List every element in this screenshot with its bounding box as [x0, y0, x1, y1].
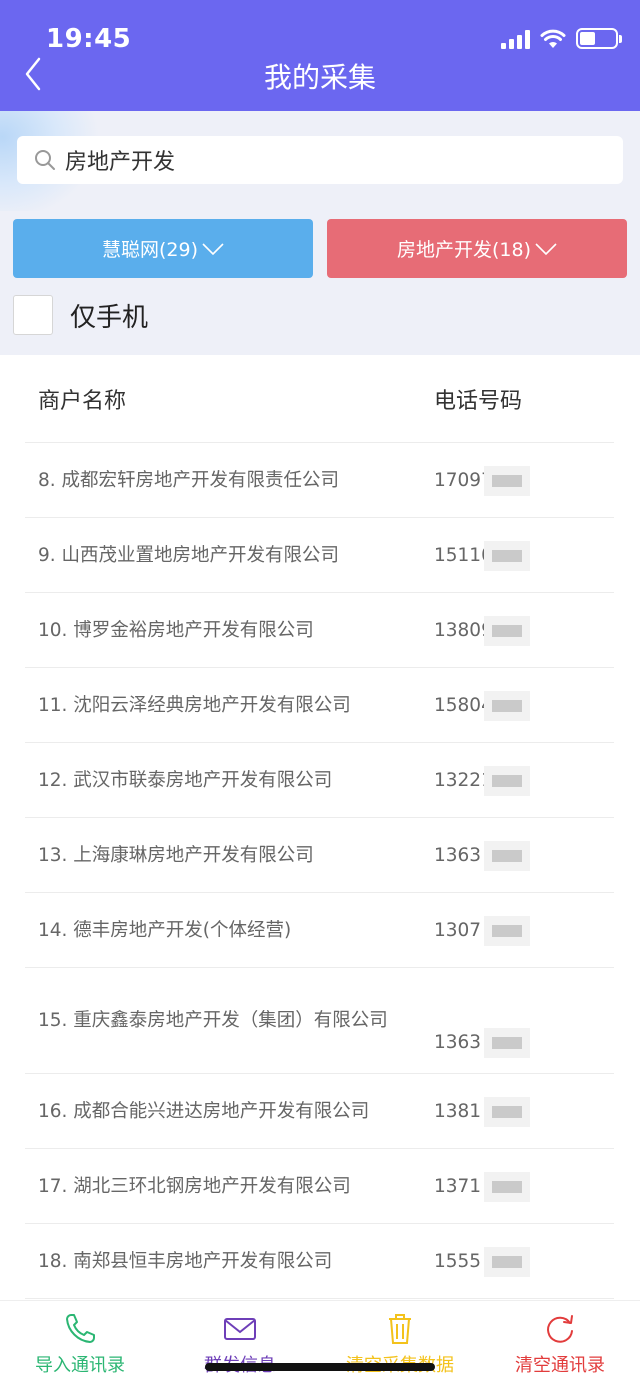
phone-cell: 13809 08	[420, 615, 614, 646]
header-phone: 电话号码	[434, 388, 523, 414]
page-title: 我的采集	[263, 61, 376, 94]
merchant-name: 14. 德丰房地产开发(个体经营)	[38, 919, 292, 941]
table-row[interactable]: 9. 山西茂业置地房地产开发有限公司 15110 75	[25, 518, 614, 593]
phone-number: 1307 937	[434, 915, 530, 946]
phone-redaction-mask	[484, 1246, 530, 1277]
source-filter-dropdown[interactable]: 慧聪网(29)	[13, 219, 313, 278]
phone-number: 15804 73	[434, 690, 530, 721]
table-row[interactable]: 18. 南郑县恒丰房地产开发有限公司 1555 416	[25, 1224, 614, 1299]
mail-icon	[224, 1318, 256, 1340]
source-filter-label: 慧聪网(29)	[101, 239, 198, 261]
phone-icon	[66, 1314, 95, 1343]
merchant-name: 15. 重庆鑫泰房地产开发（集团）有限公司	[38, 1010, 388, 1031]
phone-cell: 1363 988	[420, 1028, 614, 1073]
search-icon	[35, 150, 55, 170]
chevron-down-icon	[535, 242, 557, 255]
merchant-name: 18. 南郑县恒丰房地产开发有限公司	[38, 1250, 333, 1272]
table-row[interactable]: 13. 上海康琳房地产开发有限公司 1363 269	[25, 818, 614, 893]
merchant-name: 9. 山西茂业置地房地产开发有限公司	[38, 544, 340, 566]
merchant-name: 16. 成都合能兴进达房地产开发有限公司	[38, 1100, 370, 1122]
table-row[interactable]: 14. 德丰房地产开发(个体经营) 1307 937	[25, 893, 614, 968]
merchant-name: 11. 沈阳云泽经典房地产开发有限公司	[38, 694, 351, 716]
merchant-name: 8. 成都宏轩房地产开发有限责任公司	[38, 469, 340, 491]
phone-number: 1363 988	[434, 1028, 530, 1058]
refresh-icon	[547, 1315, 573, 1343]
phone-cell: 15110 75	[420, 540, 614, 571]
import-contacts-label: 导入通讯录	[35, 1355, 125, 1376]
search-value: 房地产开发	[65, 150, 176, 175]
clear-contacts-button[interactable]: 清空通讯录	[480, 1301, 640, 1386]
phone-number: 15110 75	[434, 540, 530, 571]
phone-number: 1371 893	[434, 1171, 530, 1202]
phone-cell: 1555 416	[420, 1246, 614, 1277]
chevron-down-icon	[202, 242, 224, 255]
mobile-only-option[interactable]: 仅手机	[13, 295, 148, 335]
phone-number: 1555 416	[434, 1246, 530, 1277]
clear-collected-data-button[interactable]: 清空采集数据	[320, 1301, 480, 1386]
table-header: 商户名称 电话号码	[25, 355, 614, 443]
table-row[interactable]: 11. 沈阳云泽经典房地产开发有限公司 15804 73	[25, 668, 614, 743]
status-icons	[501, 28, 622, 49]
table-row[interactable]: 17. 湖北三环北钢房地产开发有限公司 1371 893	[25, 1149, 614, 1224]
phone-number: 1363 269	[434, 840, 530, 871]
phone-redaction-mask	[484, 1171, 530, 1202]
phone-redaction-mask	[484, 465, 530, 496]
status-time: 19:45	[46, 24, 132, 54]
table-row[interactable]: 12. 武汉市联泰房地产开发有限公司 13221 07	[25, 743, 614, 818]
mobile-only-checkbox[interactable]	[13, 295, 53, 335]
keyword-filter-label: 房地产开发(18)	[396, 239, 531, 261]
phone-number: 17097 45	[434, 465, 530, 496]
table-row[interactable]: 15. 重庆鑫泰房地产开发（集团）有限公司 1363 988	[25, 968, 614, 1074]
merchant-name: 12. 武汉市联泰房地产开发有限公司	[38, 769, 333, 791]
mobile-only-label: 仅手机	[70, 302, 149, 333]
header-merchant-name: 商户名称	[38, 388, 127, 414]
signal-icon	[501, 29, 530, 49]
keyword-filter-dropdown[interactable]: 房地产开发(18)	[327, 219, 627, 278]
table-row[interactable]: 8. 成都宏轩房地产开发有限责任公司 17097 45	[25, 443, 614, 518]
filter-area: 慧聪网(29) 房地产开发(18) 仅手机	[0, 211, 640, 355]
phone-cell: 1307 937	[420, 915, 614, 946]
battery-icon	[576, 28, 622, 49]
wifi-icon	[540, 29, 566, 48]
clear-contacts-label: 清空通讯录	[515, 1355, 605, 1376]
phone-number: 1381 580	[434, 1096, 530, 1127]
phone-cell: 1363 269	[420, 840, 614, 871]
phone-number: 13809 08	[434, 615, 530, 646]
merchant-table: 商户名称 电话号码 8. 成都宏轩房地产开发有限责任公司 17097 45 9. 山…	[25, 355, 614, 1299]
search-input[interactable]: 房地产开发	[17, 136, 623, 184]
mass-message-button[interactable]: 群发信息	[160, 1301, 320, 1386]
trash-icon	[389, 1314, 411, 1344]
merchant-name: 10. 博罗金裕房地产开发有限公司	[38, 619, 314, 641]
phone-cell: 1381 580	[420, 1096, 614, 1127]
phone-cell: 15804 73	[420, 690, 614, 721]
merchant-name: 13. 上海康琳房地产开发有限公司	[38, 844, 314, 866]
home-indicator	[205, 1363, 435, 1371]
phone-redaction-mask	[484, 615, 530, 646]
table-body: 8. 成都宏轩房地产开发有限责任公司 17097 45 9. 山西茂业置地房地产开发…	[25, 443, 614, 1299]
phone-redaction-mask	[484, 690, 530, 721]
phone-cell: 1371 893	[420, 1171, 614, 1202]
phone-redaction-mask	[484, 1096, 530, 1127]
bottom-toolbar: 导入通讯录 群发信息 清空采集数据 清空通讯录	[0, 1300, 640, 1386]
table-row[interactable]: 10. 博罗金裕房地产开发有限公司 13809 08	[25, 593, 614, 668]
phone-cell: 13221 07	[420, 765, 614, 796]
import-contacts-button[interactable]: 导入通讯录	[0, 1301, 160, 1386]
phone-redaction-mask	[484, 1028, 530, 1058]
search-area: 房地产开发	[0, 111, 640, 211]
phone-number: 13221 07	[434, 765, 530, 796]
phone-cell: 17097 45	[420, 465, 614, 496]
phone-redaction-mask	[484, 915, 530, 946]
merchant-name: 17. 湖北三环北钢房地产开发有限公司	[38, 1175, 351, 1197]
table-row[interactable]: 16. 成都合能兴进达房地产开发有限公司 1381 580	[25, 1074, 614, 1149]
phone-redaction-mask	[484, 840, 530, 871]
app-header: 19:45 我的采集	[0, 0, 640, 111]
phone-redaction-mask	[484, 765, 530, 796]
phone-redaction-mask	[484, 540, 530, 571]
